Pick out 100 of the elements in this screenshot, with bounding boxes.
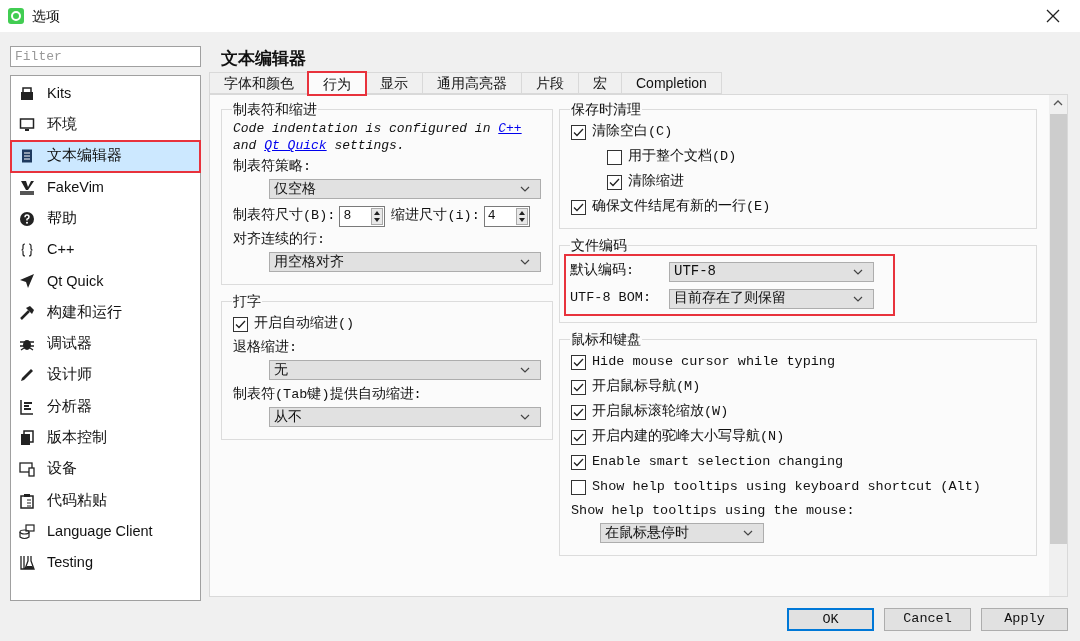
dialog-button[interactable]: Cancel — [884, 608, 971, 631]
link[interactable]: Qt Quick — [264, 138, 327, 153]
chevron-down-icon — [743, 530, 753, 536]
flask-icon — [19, 555, 35, 572]
field-label: Show help tooltips using the mouse: — [571, 502, 856, 521]
sidebar-item[interactable]: 设计师 — [11, 359, 200, 391]
hammer-icon — [19, 304, 35, 321]
checkbox[interactable] — [571, 125, 586, 140]
indentation-note: Code indentation is configured in C++ and Qt Quick settings. — [233, 120, 523, 154]
combo-box[interactable]: UTF-8 — [669, 261, 874, 282]
chevron-down-icon — [853, 268, 863, 275]
bars-icon — [19, 398, 35, 415]
checkbox-label: 确保文件结尾有新的一行(E) — [592, 197, 771, 217]
sidebar-item[interactable]: 设备 — [11, 453, 200, 485]
sidebar-item[interactable]: Testing — [11, 547, 200, 579]
field-label: 默认编码: — [570, 261, 636, 281]
checkbox[interactable] — [233, 317, 248, 332]
document-icon — [19, 148, 35, 165]
field-label: UTF-8 BOM: — [570, 289, 652, 308]
checkbox[interactable] — [571, 355, 586, 370]
checkbox-label: 开启内建的驼峰大小写导航(N) — [592, 427, 785, 447]
field-label: 制表符尺寸(B): — [233, 206, 336, 225]
combo-box[interactable]: 用空格对齐 — [269, 252, 541, 272]
window-title: 选项 — [32, 6, 60, 26]
scroll-up-icon[interactable] — [1053, 100, 1063, 106]
sidebar-item[interactable]: 帮助 — [11, 203, 200, 235]
sidebar-item[interactable]: Qt Quick — [11, 265, 200, 298]
tab[interactable]: Completion — [621, 72, 722, 94]
field-label: 制表符(Tab键)提供自动缩进: — [233, 385, 423, 405]
spin-arrows-icon[interactable] — [515, 207, 528, 225]
sidebar-item[interactable]: 代码粘贴 — [11, 484, 200, 517]
sidebar-item[interactable]: 分析器 — [11, 390, 200, 423]
tab[interactable]: 通用高亮器 — [422, 72, 522, 94]
devices-icon — [19, 461, 35, 478]
sidebar-item[interactable]: C++ — [11, 234, 200, 266]
tab[interactable]: 字体和颜色 — [209, 72, 309, 94]
sidebar-item[interactable]: FakeVim — [11, 171, 200, 204]
sidebar-item[interactable]: Kits — [11, 78, 200, 110]
field-label: 退格缩进: — [233, 338, 299, 358]
checkbox[interactable] — [571, 480, 586, 495]
group-title: 打字 — [232, 292, 262, 311]
tab[interactable]: 显示 — [365, 72, 423, 94]
tab[interactable]: 片段 — [521, 72, 579, 94]
clipboard-icon — [19, 492, 35, 509]
checkbox-label: 开启鼠标滚轮缩放(W) — [592, 402, 729, 422]
dialog-button[interactable]: Apply — [981, 608, 1068, 631]
tab[interactable]: 宏 — [578, 72, 622, 94]
combo-box[interactable]: 在鼠标悬停时 — [600, 523, 764, 543]
sidebar-item[interactable]: 环境 — [11, 109, 200, 141]
chevron-down-icon — [520, 186, 530, 192]
combo-box[interactable]: 目前存在了则保留 — [669, 288, 874, 309]
chevron-down-icon — [520, 414, 530, 420]
checkbox[interactable] — [571, 430, 586, 445]
link[interactable]: C++ — [498, 121, 522, 136]
braces-icon — [19, 242, 35, 259]
checkbox-label: 开启自动缩进() — [254, 314, 355, 334]
documents-icon — [19, 429, 35, 446]
checkbox[interactable] — [571, 405, 586, 420]
paper-plane-icon — [19, 273, 35, 290]
checkbox-label: 开启鼠标导航(M) — [592, 377, 701, 397]
checkbox[interactable] — [607, 150, 622, 165]
sidebar-item[interactable]: 文本编辑器 — [11, 140, 200, 172]
checkbox-label: Enable smart selection changing — [592, 453, 844, 472]
chevron-down-icon — [520, 367, 530, 373]
checkbox[interactable] — [571, 200, 586, 215]
spin-box[interactable]: 4 — [483, 205, 530, 227]
group-title: 制表符和缩进 — [232, 100, 318, 119]
checkbox[interactable] — [607, 175, 622, 190]
group-title: 鼠标和键盘 — [570, 330, 642, 349]
help-icon — [19, 210, 35, 227]
sidebar-item[interactable]: Language Client — [11, 516, 200, 548]
sidebar-item[interactable]: 构建和运行 — [11, 297, 200, 329]
spin-arrows-icon[interactable] — [371, 207, 384, 225]
filter-field[interactable]: Filter — [10, 46, 201, 67]
close-icon[interactable] — [1046, 9, 1060, 23]
monitor-icon — [19, 116, 35, 133]
kit-icon — [19, 85, 35, 102]
group-title: 文件编码 — [570, 236, 628, 255]
dialog-button[interactable]: OK — [787, 608, 874, 631]
combo-box[interactable]: 从不 — [269, 407, 541, 427]
page-title: 文本编辑器 — [221, 47, 307, 70]
sidebar-item[interactable]: 版本控制 — [11, 422, 200, 454]
vim-icon — [19, 179, 35, 196]
chevron-down-icon — [853, 295, 863, 302]
chevron-down-icon — [520, 259, 530, 265]
app-icon — [8, 8, 24, 24]
group-title: 保存时清理 — [570, 100, 642, 119]
field-label: 制表符策略: — [233, 157, 313, 177]
combo-box[interactable]: 仅空格 — [269, 179, 541, 199]
checkbox[interactable] — [571, 380, 586, 395]
checkbox-label: 清除缩进 — [628, 172, 684, 192]
combo-box[interactable]: 无 — [269, 360, 541, 380]
tab[interactable]: 行为 — [308, 72, 366, 95]
field-label: 对齐连续的行: — [233, 230, 327, 250]
checkbox-label: Hide mouse cursor while typing — [592, 353, 836, 372]
checkbox-label: 清除空白(C) — [592, 122, 673, 142]
checkbox[interactable] — [571, 455, 586, 470]
pen-icon — [19, 367, 35, 384]
sidebar-item[interactable]: 调试器 — [11, 328, 200, 360]
spin-box[interactable]: 8 — [339, 205, 386, 227]
